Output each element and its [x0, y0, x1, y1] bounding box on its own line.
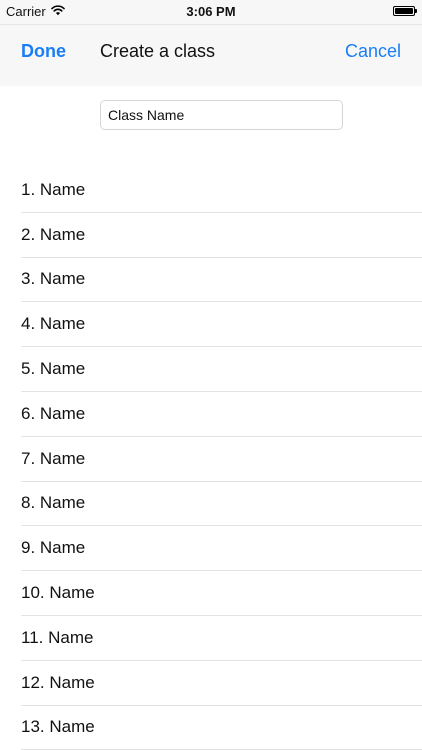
list-item-label: 9. Name [21, 538, 86, 558]
list-item[interactable]: 9. Name [21, 526, 422, 572]
name-list: 1. Name 2. Name 3. Name 4. Name 5. Name 6. Na… [21, 168, 422, 750]
list-item[interactable]: 8. Name [21, 482, 422, 527]
list-item-label: 11. Name [21, 627, 94, 647]
list-item-label: 5. Name [21, 359, 86, 379]
screen: Carrier 3:06 PM Done Create a class Canc… [0, 0, 422, 750]
list-item[interactable]: 4. Name [21, 302, 422, 348]
list-item[interactable]: 11. Name [21, 616, 422, 661]
status-time: 3:06 PM [186, 4, 236, 19]
list-item-label: 3. Name [21, 269, 86, 289]
list-item[interactable]: 5. Name [21, 347, 422, 392]
class-name-input[interactable] [100, 100, 343, 130]
list-item-label: 2. Name [21, 224, 86, 244]
list-item[interactable]: 12. Name [21, 661, 422, 706]
list-item-label: 8. Name [21, 493, 86, 513]
list-item-label: 13. Name [21, 717, 95, 737]
list-item-label: 1. Name [21, 179, 86, 199]
done-button[interactable]: Done [21, 41, 66, 62]
list-item[interactable]: 1. Name [21, 168, 422, 213]
battery-level [395, 8, 413, 14]
list-item-label: 7. Name [21, 448, 86, 468]
battery-icon [393, 6, 417, 16]
list-item[interactable]: 13. Name [21, 706, 422, 750]
list-item-label: 12. Name [21, 672, 95, 692]
navigation-bar: Done Create a class Cancel [0, 24, 422, 86]
list-item-label: 6. Name [21, 403, 86, 423]
list-item[interactable]: 2. Name [21, 213, 422, 258]
list-item-label: 4. Name [21, 314, 86, 334]
page-title: Create a class [100, 41, 216, 61]
status-bar: Carrier 3:06 PM [0, 0, 422, 24]
list-item[interactable]: 6. Name [21, 392, 422, 437]
list-item[interactable]: 7. Name [21, 437, 422, 482]
list-item-label: 10. Name [21, 583, 95, 603]
list-item[interactable]: 3. Name [21, 258, 422, 303]
battery-tip [415, 9, 417, 13]
list-item[interactable]: 10. Name [21, 571, 422, 616]
cancel-button[interactable]: Cancel [345, 41, 401, 62]
